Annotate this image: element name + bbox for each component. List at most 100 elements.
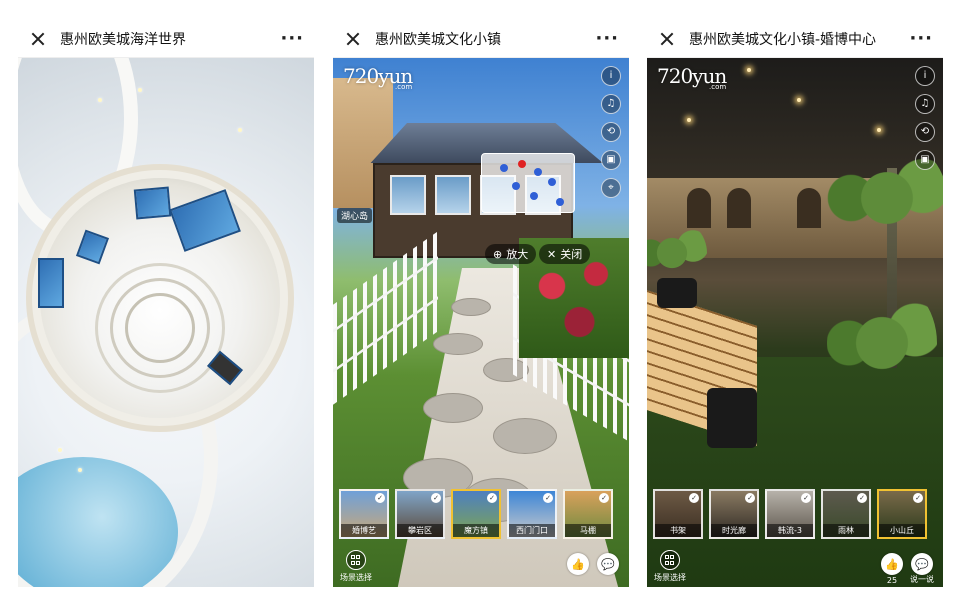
check-icon: ✓ — [857, 493, 867, 503]
like-icon[interactable]: 👍 — [881, 553, 903, 575]
scene-thumbnail[interactable]: ✓ 时光廊 — [709, 489, 759, 539]
thumbnail-label: 魔方镇 — [453, 524, 499, 537]
panorama-scene[interactable]: 湖心岛 ⊕ 放大 ✕ 关闭 720yun .com i ♫ ⟲ ▣ ⌖ ✓ 婚博艺 — [333, 58, 629, 587]
scene-thumbnail-active[interactable]: ✓ 小山丘 — [877, 489, 927, 539]
thumbnail-label: 小山丘 — [879, 524, 925, 537]
more-icon[interactable]: ··· — [909, 29, 933, 48]
map-close-button[interactable]: ✕ 关闭 — [539, 244, 591, 264]
scene-thumbnails: ✓ 婚博艺 ✓ 攀岩区 ✓ 魔方镇 ✓ 西门门口 ✓ 马棚 — [333, 489, 629, 541]
scene-thumbnail[interactable]: ✓ 西门门口 — [507, 489, 557, 539]
panorama-view-ocean-world: 惠州欧美城海洋世界 ··· — [18, 20, 314, 587]
close-icon[interactable] — [28, 29, 48, 49]
like-icon[interactable]: 👍 — [567, 553, 589, 575]
check-icon: ✓ — [745, 493, 755, 503]
ceiling-light — [58, 448, 62, 452]
map-point[interactable] — [530, 192, 538, 200]
gyro-icon[interactable]: ⟲ — [915, 122, 935, 142]
ceiling-light — [687, 118, 691, 122]
ceiling-light — [797, 98, 801, 102]
side-controls: i ♫ ⟲ ▣ — [915, 66, 935, 170]
map-point[interactable] — [512, 182, 520, 190]
arch-window — [797, 188, 821, 228]
bottom-bar: 场景选择 👍 25 💬 说一说 — [647, 543, 943, 587]
side-controls: i ♫ ⟲ ▣ ⌖ — [601, 66, 621, 198]
scene-select-button[interactable]: 场景选择 — [337, 550, 375, 583]
map-close-label: 关闭 — [560, 248, 583, 261]
ceiling-light — [138, 88, 142, 92]
map-point[interactable] — [534, 168, 542, 176]
panorama-view-culture-town: 惠州欧美城文化小镇 ··· 湖心岛 ⊕ 放大 ✕ 关闭 720yun .com … — [333, 20, 629, 587]
music-icon[interactable]: ♫ — [915, 94, 935, 114]
map-point[interactable] — [548, 178, 556, 186]
page-title: 惠州欧美城文化小镇 — [375, 31, 501, 48]
bench-leg — [707, 388, 757, 448]
vr-icon[interactable]: ▣ — [601, 150, 621, 170]
scene-thumbnail[interactable]: ✓ 韩流-3 — [765, 489, 815, 539]
close-icon[interactable] — [657, 29, 677, 49]
thumbnail-label: 攀岩区 — [397, 524, 443, 537]
panorama-scene[interactable] — [18, 58, 314, 587]
gyro-icon[interactable]: ⟲ — [601, 122, 621, 142]
title-bar: 惠州欧美城文化小镇 ··· — [333, 20, 629, 58]
scene-thumbnail[interactable]: ✓ 书架 — [653, 489, 703, 539]
map-zoom-button[interactable]: ⊕ 放大 — [485, 244, 537, 264]
close-icon[interactable] — [343, 29, 363, 49]
more-icon[interactable]: ··· — [280, 29, 304, 48]
thumbnail-label: 时光廊 — [711, 524, 757, 537]
scene-select-button[interactable]: 场景选择 — [651, 550, 689, 583]
tiny-planet — [40, 178, 280, 418]
ceiling-light — [78, 468, 82, 472]
stepping-stone — [493, 418, 557, 454]
mini-map[interactable] — [481, 153, 575, 213]
window — [435, 175, 471, 215]
scene-thumbnail[interactable]: ✓ 雨林 — [821, 489, 871, 539]
map-point[interactable] — [500, 164, 508, 172]
ocean-poster — [38, 258, 64, 308]
info-icon[interactable]: i — [915, 66, 935, 86]
check-icon: ✓ — [913, 493, 923, 503]
arch-window — [687, 188, 711, 228]
thumbnail-label: 雨林 — [823, 524, 869, 537]
brand-logo: 720yun .com — [343, 66, 413, 91]
bench-leg — [657, 278, 697, 308]
stepping-stone — [451, 298, 491, 316]
more-icon[interactable]: ··· — [595, 29, 619, 48]
panorama-scene[interactable]: 720yun .com i ♫ ⟲ ▣ ✓ 书架 ✓ 时光廊 ✓ 韩流-3 ✓ 雨林 ✓ 小… — [647, 58, 943, 587]
thumbnail-label: 马棚 — [565, 524, 611, 537]
scene-select-label: 场景选择 — [654, 573, 686, 582]
location-icon[interactable]: ⌖ — [601, 178, 621, 198]
like-count: 25 — [886, 576, 898, 585]
panorama-view-wedding-center: 惠州欧美城文化小镇-婚博中心 ··· 720yun .com i ♫ ⟲ ▣ ✓ 书… — [647, 20, 943, 587]
ocean-poster — [75, 229, 110, 265]
page-title: 惠州欧美城海洋世界 — [60, 31, 186, 48]
scene-thumbnail[interactable]: ✓ 马棚 — [563, 489, 613, 539]
close-icon: ✕ — [547, 247, 557, 261]
ocean-poster — [169, 189, 241, 252]
info-icon[interactable]: i — [601, 66, 621, 86]
check-icon: ✓ — [375, 493, 385, 503]
stepping-stone — [433, 333, 483, 355]
check-icon: ✓ — [487, 493, 497, 503]
ceiling-light — [238, 128, 242, 132]
scene-grid-icon — [660, 550, 680, 570]
hotspot-label[interactable]: 湖心岛 — [337, 208, 373, 223]
arch-window — [727, 188, 751, 228]
thumbnail-label: 韩流-3 — [767, 524, 813, 537]
map-point-current[interactable] — [518, 160, 526, 168]
check-icon: ✓ — [599, 493, 609, 503]
check-icon: ✓ — [689, 493, 699, 503]
music-icon[interactable]: ♫ — [601, 94, 621, 114]
ceiling-light — [747, 68, 751, 72]
scene-thumbnail-active[interactable]: ✓ 魔方镇 — [451, 489, 501, 539]
scene-thumbnail[interactable]: ✓ 婚博艺 — [339, 489, 389, 539]
vr-icon[interactable]: ▣ — [915, 150, 935, 170]
scene-thumbnail[interactable]: ✓ 攀岩区 — [395, 489, 445, 539]
title-bar: 惠州欧美城海洋世界 ··· — [18, 20, 314, 58]
thumbnail-label: 西门门口 — [509, 524, 555, 537]
comment-icon[interactable]: 💬 — [911, 553, 933, 575]
comment-icon[interactable]: 💬 — [597, 553, 619, 575]
title-bar: 惠州欧美城文化小镇-婚博中心 ··· — [647, 20, 943, 58]
scene-grid-icon — [346, 550, 366, 570]
map-point[interactable] — [556, 198, 564, 206]
brand-logo: 720yun .com — [657, 66, 727, 91]
